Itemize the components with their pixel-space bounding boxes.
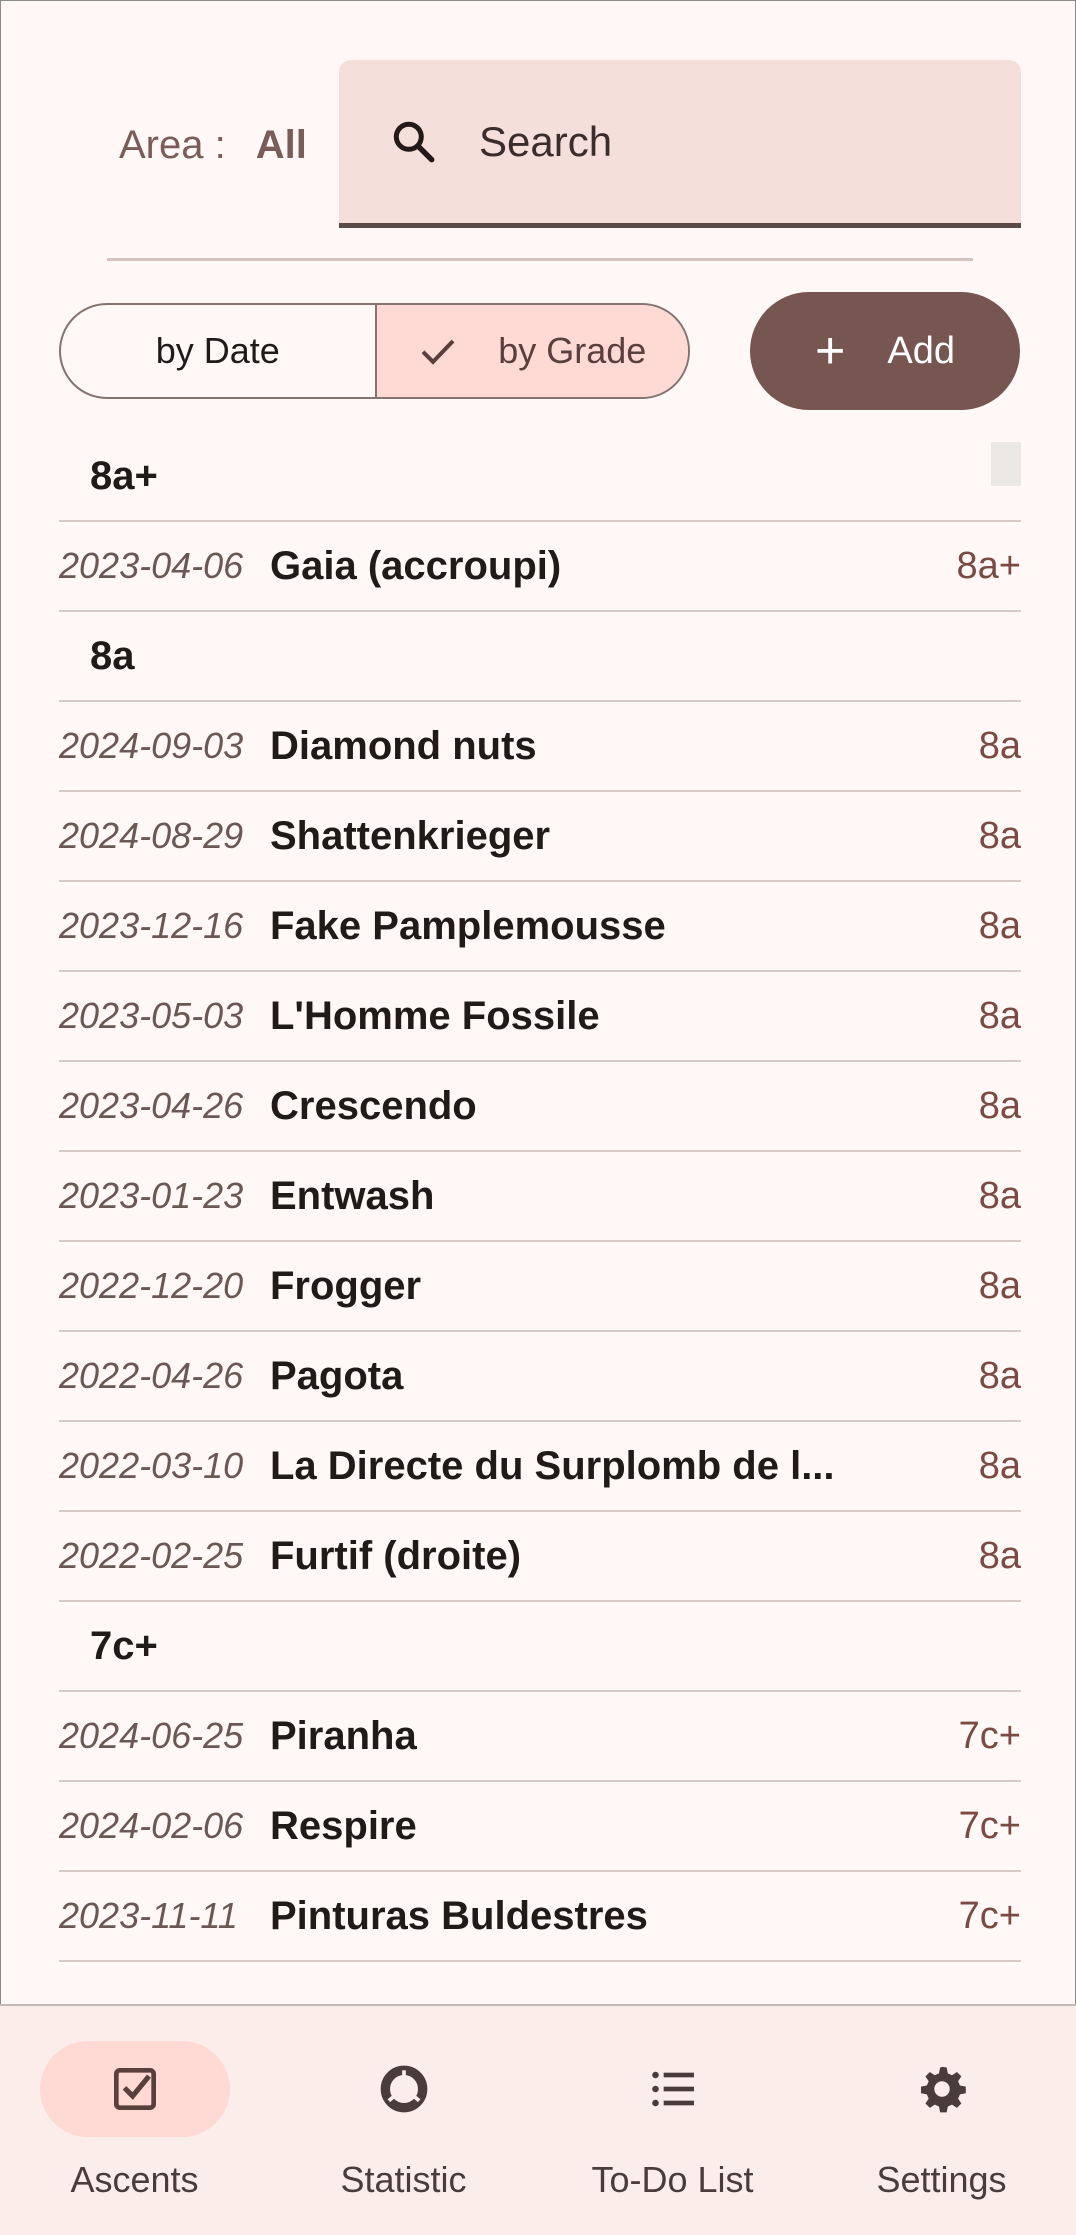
- ascent-grade: 8a: [978, 1174, 1021, 1217]
- ascent-name: La Directe du Surplomb de l...: [270, 1443, 835, 1488]
- ascent-name: Furtif (droite): [270, 1533, 522, 1578]
- ascent-date: 2023-04-06: [59, 545, 244, 586]
- ascent-grade: 7c+: [958, 1714, 1021, 1757]
- sort-by-date-label: by Date: [155, 330, 280, 371]
- ascent-grade: 8a: [978, 1264, 1021, 1307]
- ascent-name: Entwash: [270, 1173, 435, 1218]
- ascent-date: 2023-01-23: [59, 1175, 244, 1216]
- nav-indicator: [309, 2041, 499, 2137]
- ascent-date: 2022-12-20: [59, 1265, 244, 1306]
- sort-by-date-button[interactable]: by Date: [61, 305, 375, 397]
- grade-section-header: 8a: [59, 612, 1021, 702]
- ascent-date: 2023-05-03: [59, 995, 244, 1036]
- nav-item-ascents[interactable]: Ascents: [0, 2006, 269, 2235]
- checkbox-icon: [113, 2068, 156, 2110]
- ascent-date: 2023-04-26: [59, 1085, 244, 1126]
- nav-item-statistic[interactable]: Statistic: [269, 2006, 538, 2235]
- ascent-row[interactable]: 2023-12-16 Fake Pamplemousse 8a: [59, 882, 1021, 972]
- sort-toggle[interactable]: by Date by Grade: [59, 303, 690, 399]
- ascent-grade: 8a: [978, 724, 1021, 767]
- header-divider: [107, 258, 973, 261]
- ascent-name: Pagota: [270, 1353, 404, 1398]
- ascent-date: 2022-02-25: [59, 1535, 244, 1576]
- nav-indicator: [578, 2041, 768, 2137]
- ascent-date: 2024-09-03: [59, 725, 244, 766]
- ascent-name: Diamond nuts: [270, 723, 537, 768]
- gear-icon: [920, 2066, 966, 2113]
- search-icon: [393, 121, 435, 162]
- list-icon: [651, 2071, 694, 2107]
- ascent-date: 2023-11-11: [59, 1895, 238, 1936]
- nav-label: To-Do List: [591, 2159, 754, 2200]
- ascent-grade: 8a: [978, 1534, 1021, 1577]
- ascent-name: Pinturas Buldestres: [270, 1893, 648, 1938]
- scrollbar-thumb[interactable]: [991, 442, 1021, 486]
- ascent-name: Crescendo: [270, 1083, 477, 1128]
- ascent-date: 2024-02-06: [59, 1805, 244, 1846]
- ascent-row[interactable]: 2022-02-25 Furtif (droite) 8a: [59, 1512, 1021, 1602]
- plus-icon: +: [815, 322, 846, 380]
- nav-indicator: [39, 2041, 230, 2137]
- ascent-date: 2023-12-16: [59, 905, 244, 946]
- area-filter[interactable]: Area : All: [119, 120, 307, 170]
- nav-indicator: [847, 2041, 1037, 2137]
- ascent-date: 2022-03-10: [59, 1445, 244, 1486]
- grade-section-header: 8a+: [59, 432, 1021, 522]
- ascent-row[interactable]: 2023-05-03 L'Homme Fossile 8a: [59, 972, 1021, 1062]
- ascent-row[interactable]: 2023-11-11 Pinturas Buldestres 7c+: [59, 1872, 1021, 1962]
- ascent-row[interactable]: 2023-01-23 Entwash 8a: [59, 1152, 1021, 1242]
- search-placeholder: Search: [479, 117, 613, 165]
- grade-section-title: 7c+: [90, 1623, 158, 1668]
- ascent-row[interactable]: 2022-03-10 La Directe du Surplomb de l...…: [59, 1422, 1021, 1512]
- ascent-grade: 7c+: [958, 1894, 1021, 1937]
- nav-item-settings[interactable]: Settings: [807, 2006, 1076, 2235]
- nav-item-to-do-list[interactable]: To-Do List: [538, 2006, 807, 2235]
- nav-label: Ascents: [70, 2159, 199, 2200]
- ascent-name: Shattenkrieger: [270, 813, 551, 858]
- area-label: Area :: [119, 122, 226, 167]
- nav-label: Statistic: [340, 2159, 467, 2200]
- ascent-row[interactable]: 2024-09-03 Diamond nuts 8a: [59, 702, 1021, 792]
- ascent-grade: 8a+: [956, 544, 1021, 587]
- ascent-name: Gaia (accroupi): [270, 543, 562, 588]
- sort-by-grade-label: by Grade: [498, 330, 647, 371]
- grade-section-header: 7c+: [59, 1602, 1021, 1692]
- ascent-name: Frogger: [270, 1263, 422, 1308]
- ascent-list: 8a+ 2023-04-06 Gaia (accroupi) 8a+ 8a 2024-09…: [59, 432, 1021, 1962]
- ascent-name: L'Homme Fossile: [270, 993, 600, 1038]
- sort-by-grade-button[interactable]: by Grade: [374, 305, 688, 397]
- ascent-grade: 8a: [978, 904, 1021, 947]
- ascent-date: 2024-06-25: [59, 1715, 244, 1756]
- ascent-row[interactable]: 2024-08-29 Shattenkrieger 8a: [59, 792, 1021, 882]
- search-field[interactable]: Search: [339, 60, 1021, 228]
- ascent-date: 2024-08-29: [59, 815, 244, 856]
- ascent-row[interactable]: 2022-12-20 Frogger 8a: [59, 1242, 1021, 1332]
- bottom-navigation: Ascents Statistic To-Do List Settings: [0, 2004, 1076, 2235]
- ascent-name: Respire: [270, 1803, 417, 1848]
- nav-label: Settings: [876, 2159, 1007, 2200]
- ascent-row[interactable]: 2024-02-06 Respire 7c+: [59, 1782, 1021, 1872]
- check-icon: [421, 339, 455, 365]
- add-button[interactable]: + Add: [750, 292, 1020, 410]
- add-button-label: Add: [887, 329, 955, 372]
- ascent-grade: 8a: [978, 1354, 1021, 1397]
- ascent-name: Fake Pamplemousse: [270, 903, 666, 948]
- ascent-grade: 8a: [978, 994, 1021, 1037]
- donut-chart-icon: [380, 2065, 427, 2113]
- ascent-grade: 8a: [978, 1444, 1021, 1487]
- grade-section-title: 8a: [90, 633, 135, 678]
- ascent-grade: 7c+: [958, 1804, 1021, 1847]
- ascent-name: Piranha: [270, 1713, 417, 1758]
- ascent-row[interactable]: 2024-06-25 Piranha 7c+: [59, 1692, 1021, 1782]
- ascent-grade: 8a: [978, 814, 1021, 857]
- area-value[interactable]: All: [256, 123, 307, 168]
- grade-section-title: 8a+: [90, 453, 158, 498]
- ascent-date: 2022-04-26: [59, 1355, 244, 1396]
- ascent-row[interactable]: 2023-04-06 Gaia (accroupi) 8a+: [59, 522, 1021, 612]
- ascent-grade: 8a: [978, 1084, 1021, 1127]
- ascent-row[interactable]: 2023-04-26 Crescendo 8a: [59, 1062, 1021, 1152]
- ascent-row[interactable]: 2022-04-26 Pagota 8a: [59, 1332, 1021, 1422]
